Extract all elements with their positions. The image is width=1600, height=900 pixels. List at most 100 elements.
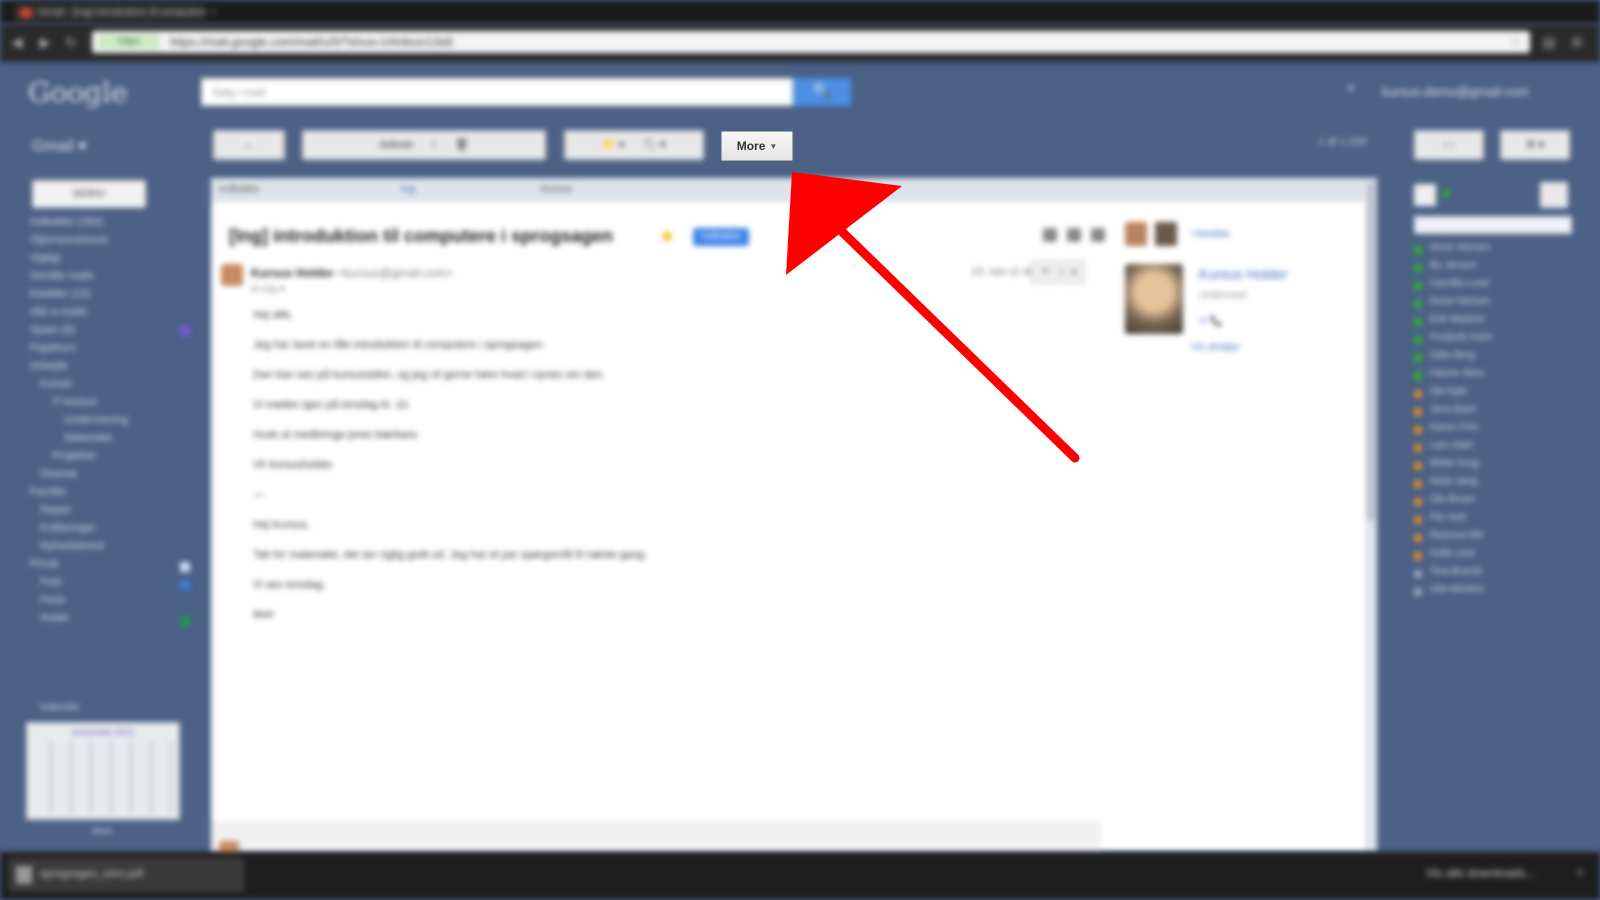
mini-calendar[interactable]: november 2012 <box>26 722 180 820</box>
show-details-link[interactable]: Vis detaljer <box>1191 342 1240 353</box>
archive-button[interactable]: Arkivér <box>371 131 421 159</box>
calendar-grid[interactable] <box>33 741 173 813</box>
sidebar-item[interactable]: Spam (6) <box>30 324 200 342</box>
recipient-line[interactable]: til mig ▾ <box>251 284 285 295</box>
breadcrumb-item[interactable]: Kursus <box>541 184 572 195</box>
sidebar-item[interactable]: Sendte mails <box>30 270 200 288</box>
sidebar-item[interactable]: Indbakke (284) <box>30 216 200 234</box>
chat-avatar[interactable] <box>1414 184 1436 206</box>
breadcrumb-item[interactable]: Ing <box>401 184 415 195</box>
chat-contact[interactable]: Frederik Holm <box>1414 332 1584 350</box>
chat-contact[interactable]: Niels Vang <box>1414 476 1584 494</box>
browser-tab[interactable]: Gmail - [Ing] introduktion til computere… <box>14 4 216 22</box>
chat-contact[interactable]: Erik Madsen <box>1414 314 1584 332</box>
avatar[interactable] <box>1155 222 1177 246</box>
sidebar-item[interactable]: Stjernemarkeret <box>30 234 200 252</box>
sidebar-item[interactable]: Undervisning <box>30 414 200 432</box>
more-button[interactable]: More ▼ <box>721 131 793 161</box>
download-item[interactable]: sprogsagen_intro.pdf <box>8 858 244 892</box>
sidebar-item[interactable]: Rejser <box>30 504 200 522</box>
page-menu-icon[interactable]: ▤ <box>1540 33 1558 51</box>
show-all-downloads-link[interactable]: Vis alle downloads... <box>1426 866 1535 880</box>
contact-name[interactable]: Kursus Holder <box>1199 266 1288 282</box>
collapsed-message[interactable] <box>211 822 1101 861</box>
chat-contact[interactable]: Ulla Winther <box>1414 584 1584 602</box>
prev-next-buttons[interactable]: ‹ › <box>1414 130 1484 160</box>
sidebar-item[interactable]: IT-kursus <box>30 396 200 414</box>
bookmark-star-icon[interactable]: ☆ <box>1509 33 1522 50</box>
google-logo[interactable]: Google <box>28 76 128 109</box>
contact-actions-icon[interactable]: ✉ 📞 <box>1199 316 1223 327</box>
sidebar-item[interactable]: Familie <box>30 486 200 504</box>
compose-button[interactable]: SKRIV <box>32 180 146 208</box>
sidebar-item[interactable]: Papirkurv <box>30 342 200 360</box>
chat-settings-button[interactable] <box>1540 182 1568 208</box>
sidebar-item[interactable]: Kurser <box>30 378 200 396</box>
chat-contact[interactable]: Pia Juul <box>1414 512 1584 530</box>
back-to-inbox-button[interactable]: ← <box>213 130 285 160</box>
chat-contact[interactable]: Gitte Berg <box>1414 350 1584 368</box>
sidebar-item[interactable]: Diverse <box>30 468 200 486</box>
forward-icon[interactable]: ▶ <box>36 33 54 51</box>
calendar-more-link[interactable]: Mere <box>92 826 113 836</box>
sidebar-item[interactable]: Foto <box>30 576 200 594</box>
sidebar-item[interactable]: Andet <box>30 612 200 630</box>
wrench-icon[interactable]: ⚙ <box>1568 33 1586 51</box>
close-tab-icon[interactable]: × <box>210 6 216 18</box>
sidebar-item[interactable]: Privat <box>30 558 200 576</box>
circles-link[interactable]: i kredse <box>1191 228 1230 240</box>
chat-contact[interactable]: Karen Friis <box>1414 422 1584 440</box>
chat-contact[interactable]: Ole Bruun <box>1414 494 1584 512</box>
chat-contact[interactable]: Bo Jensen <box>1414 260 1584 278</box>
chat-contact[interactable]: Sofie Lind <box>1414 548 1584 566</box>
chat-contact[interactable]: Jens Bach <box>1414 404 1584 422</box>
search-button[interactable]: 🔍 <box>793 78 851 106</box>
chat-search-input[interactable] <box>1414 216 1572 234</box>
reply-button[interactable]: ↩ <box>1031 260 1061 284</box>
expand-all-icon[interactable] <box>1091 228 1105 242</box>
account-name[interactable]: kursus.demo@gmail.com <box>1382 84 1529 99</box>
sidebar-item[interactable]: Arbejde <box>30 360 200 378</box>
reply-more-button[interactable]: ▾ <box>1063 260 1085 284</box>
breadcrumb-item[interactable]: Indbakke <box>219 184 260 195</box>
address-bar[interactable]: https https://mail.google.com/mail/u/0/?… <box>92 31 1530 53</box>
print-icon[interactable] <box>1043 228 1057 242</box>
sidebar-item[interactable]: Nyhedsbreve <box>30 540 200 558</box>
sidebar-item[interactable]: Materialer <box>30 432 200 450</box>
new-window-icon[interactable] <box>1067 228 1081 242</box>
status-dot-icon[interactable] <box>1442 190 1450 198</box>
scrollbar-thumb[interactable] <box>1367 182 1375 522</box>
sender-name[interactable]: Kursus Holder <box>251 266 334 280</box>
chat-contact[interactable]: Mette Krog <box>1414 458 1584 476</box>
chat-contact[interactable]: Ida Kjær <box>1414 386 1584 404</box>
move-to-button[interactable]: 📁 ▾ <box>594 131 632 159</box>
close-icon[interactable]: × <box>1576 864 1584 880</box>
move-labels-group[interactable]: 📁 ▾ 🏷 ▾ <box>564 130 704 160</box>
sidebar-item[interactable]: Vigtigt <box>30 252 200 270</box>
chat-contact[interactable]: Rasmus Ahl <box>1414 530 1584 548</box>
search-input[interactable]: Søg i mail <box>201 78 793 106</box>
spam-button[interactable]: ! <box>425 131 444 159</box>
share-icon[interactable]: + <box>1340 80 1362 102</box>
chat-contact[interactable]: Anne Hansen <box>1414 242 1584 260</box>
sidebar-item[interactable]: Projekter <box>30 450 200 468</box>
reload-icon[interactable]: ↻ <box>62 33 80 51</box>
back-icon[interactable]: ◀ <box>8 33 26 51</box>
star-icon[interactable]: ★ <box>659 226 675 247</box>
delete-button[interactable]: 🗑 <box>447 131 477 159</box>
settings-button[interactable]: ⚙ ▾ <box>1500 130 1570 160</box>
chat-contact[interactable]: Lars Dahl <box>1414 440 1584 458</box>
sidebar-item[interactable]: Ferie <box>30 594 200 612</box>
label-chip[interactable]: Indbakke <box>693 228 749 246</box>
chat-contact[interactable]: Dorte Nielsen <box>1414 296 1584 314</box>
sidebar-item[interactable]: Alle e-mails <box>30 306 200 324</box>
gmail-menu[interactable]: Gmail ▾ <box>32 136 86 156</box>
chat-contact[interactable]: Hanne Skov <box>1414 368 1584 386</box>
sidebar-item[interactable]: Kladder (12) <box>30 288 200 306</box>
archive-spam-delete-group[interactable]: Arkivér ! 🗑 <box>302 130 546 160</box>
sidebar-item[interactable]: Kvitteringer <box>30 522 200 540</box>
scrollbar[interactable] <box>1365 178 1377 852</box>
avatar[interactable] <box>1125 222 1147 246</box>
chat-contact[interactable]: Camilla Lund <box>1414 278 1584 296</box>
labels-button[interactable]: 🏷 ▾ <box>635 131 674 159</box>
